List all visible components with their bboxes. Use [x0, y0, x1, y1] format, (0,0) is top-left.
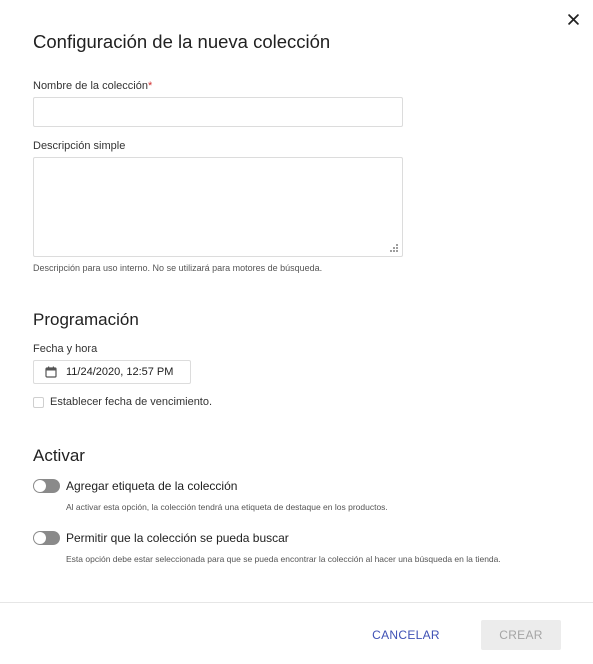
- schedule-section-title: Programación: [33, 310, 139, 329]
- required-mark: *: [147, 80, 153, 92]
- expiry-checkbox[interactable]: [33, 396, 44, 408]
- description-label: Descripción simple: [33, 140, 126, 152]
- calendar-icon: [45, 366, 57, 378]
- searchable-toggle-label: Permitir que la colección se pueda busca…: [66, 531, 289, 545]
- searchable-toggle-description: Esta opción debe estar seleccionada para…: [66, 554, 501, 564]
- expiry-checkbox-label: Establecer fecha de vencimiento.: [50, 396, 213, 408]
- dialog-title: Configuración de la nueva colección: [33, 31, 331, 52]
- footer-divider: [0, 602, 593, 603]
- collection-name-label: Nombre de la colección*: [33, 80, 152, 92]
- collection-tag-toggle-row[interactable]: Agregar etiqueta de la colección: [33, 479, 237, 493]
- collection-tag-toggle-description: Al activar esta opción, la colección ten…: [66, 502, 388, 512]
- toggle-knob: [34, 532, 46, 544]
- collection-name-input[interactable]: [33, 97, 403, 127]
- searchable-toggle-row[interactable]: Permitir que la colección se pueda busca…: [33, 531, 289, 545]
- cancel-button[interactable]: CANCELAR: [363, 621, 449, 649]
- datetime-value: 11/24/2020, 12:57 PM: [66, 366, 174, 378]
- searchable-toggle[interactable]: [33, 531, 60, 545]
- close-button[interactable]: [562, 10, 584, 32]
- toggle-knob: [34, 480, 46, 492]
- collection-tag-toggle[interactable]: [33, 479, 60, 493]
- create-button[interactable]: CREAR: [481, 620, 561, 650]
- description-textarea[interactable]: [33, 157, 403, 257]
- resize-handle-icon[interactable]: [390, 244, 399, 253]
- description-help-text: Descripción para uso interno. No se util…: [33, 263, 323, 273]
- close-icon: [567, 12, 579, 30]
- datetime-label: Fecha y hora: [33, 343, 98, 355]
- activate-section-title: Activar: [33, 446, 85, 465]
- datetime-field[interactable]: 11/24/2020, 12:57 PM: [33, 360, 191, 384]
- collection-name-label-text: Nombre de la colección: [33, 80, 148, 92]
- expiry-checkbox-row[interactable]: Establecer fecha de vencimiento.: [33, 396, 212, 408]
- collection-tag-toggle-label: Agregar etiqueta de la colección: [66, 479, 238, 493]
